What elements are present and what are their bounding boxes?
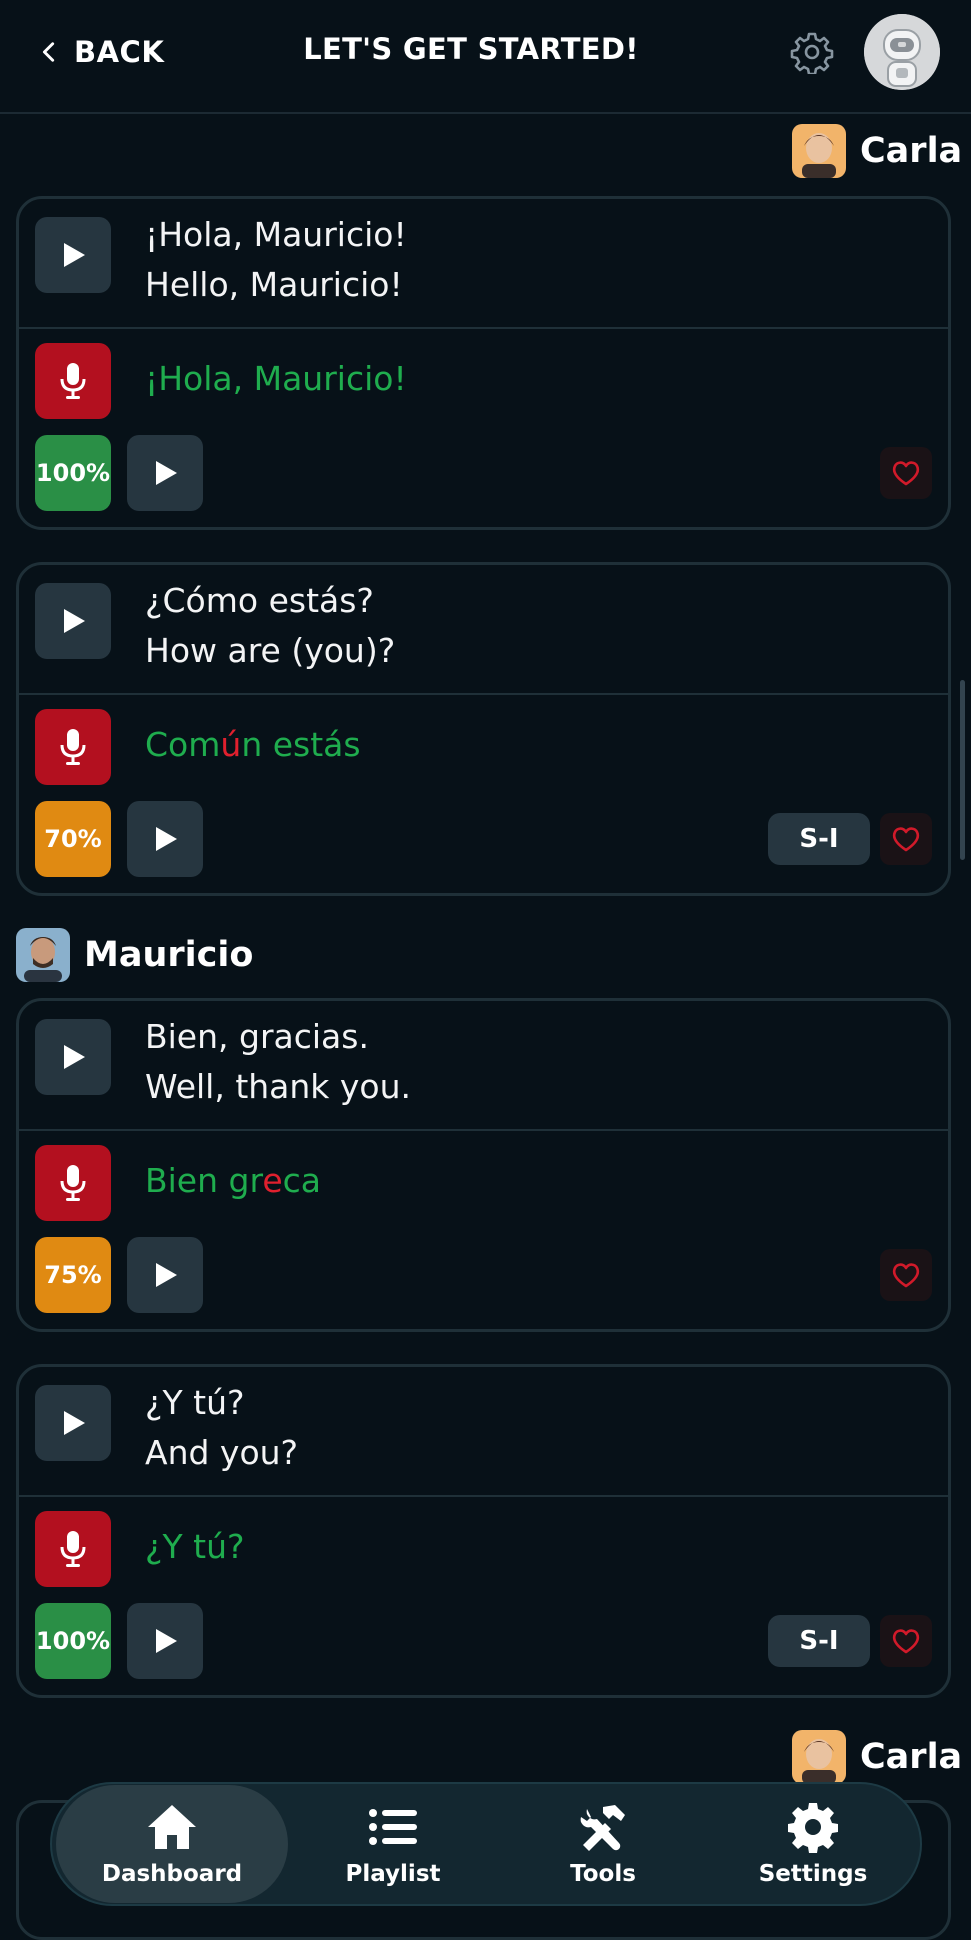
si-button[interactable]: S-I (768, 1615, 870, 1667)
play-phrase-button[interactable] (35, 1385, 111, 1461)
back-label: BACK (74, 35, 165, 69)
chevron-left-icon (42, 42, 55, 62)
attempt-text: ¿Y tú? (145, 1527, 245, 1566)
microphone-icon (60, 729, 86, 765)
speaker-mauricio: Mauricio (16, 928, 253, 982)
heart-icon (892, 1263, 920, 1288)
favorite-button[interactable] (880, 813, 932, 865)
page-title: LET'S GET STARTED! (303, 32, 639, 66)
speaker-name: Mauricio (84, 935, 254, 975)
carla-avatar (792, 124, 846, 178)
attempt-part: Com (145, 725, 221, 764)
tools-icon (580, 1805, 625, 1851)
favorite-button[interactable] (880, 447, 932, 499)
phrase-card: ¡Hola, Mauricio! Hello, Mauricio! ¡Hola,… (16, 196, 951, 530)
carla-avatar (792, 1730, 846, 1784)
play-phrase-button[interactable] (35, 217, 111, 293)
si-button[interactable]: S-I (768, 813, 870, 865)
speaker-carla: Carla (792, 1730, 962, 1784)
spanish-text: ¿Cómo estás? (145, 581, 374, 620)
attempt-text: ¡Hola, Mauricio! (145, 359, 407, 398)
mauricio-avatar (16, 928, 70, 982)
play-icon (156, 461, 177, 485)
play-icon (64, 1411, 85, 1435)
play-recording-button[interactable] (127, 801, 203, 877)
attempt-part: ¿Y tú? (145, 1527, 245, 1566)
nav-label: Settings (758, 1861, 868, 1887)
record-mic-button[interactable] (35, 709, 111, 785)
nav-settings[interactable]: Settings (708, 1785, 918, 1903)
attempt-part: ca (282, 1161, 321, 1200)
attempt-text: Bien greca (145, 1161, 321, 1200)
attempt-part: Bien gr (145, 1161, 263, 1200)
attempt-part-error: ú (220, 725, 242, 764)
play-recording-button[interactable] (127, 1237, 203, 1313)
nav-label: Dashboard (101, 1861, 243, 1887)
score-badge: 75% (35, 1237, 111, 1313)
favorite-button[interactable] (880, 1615, 932, 1667)
attempt-part: ¡Hola, Mauricio! (145, 359, 407, 398)
microphone-icon (60, 1531, 86, 1567)
bottom-navigation: Dashboard Playlist Tools Settings (50, 1782, 922, 1906)
score-badge: 70% (35, 801, 111, 877)
microphone-icon (60, 363, 86, 399)
nav-playlist[interactable]: Playlist (288, 1785, 498, 1903)
nav-dashboard[interactable]: Dashboard (56, 1785, 288, 1903)
scrollbar[interactable] (960, 680, 965, 860)
header: BACK LET'S GET STARTED! (0, 0, 971, 114)
heart-icon (892, 827, 920, 852)
nav-tools[interactable]: Tools (498, 1785, 708, 1903)
spanish-text: Bien, gracias. (145, 1017, 369, 1056)
play-recording-button[interactable] (127, 1603, 203, 1679)
list-icon (369, 1809, 417, 1845)
heart-icon (892, 1629, 920, 1654)
play-icon (64, 609, 85, 633)
speaker-name: Carla (860, 1737, 963, 1777)
record-mic-button[interactable] (35, 1145, 111, 1221)
spanish-text: ¡Hola, Mauricio! (145, 215, 407, 254)
robot-avatar-icon (864, 14, 940, 90)
attempt-text: Común estás (145, 725, 361, 764)
english-text: How are (you)? (145, 631, 396, 670)
attempt-part-error: e (262, 1161, 283, 1200)
home-icon (148, 1805, 196, 1849)
play-icon (64, 243, 85, 267)
attempt-part: n estás (241, 725, 361, 764)
back-button[interactable]: BACK (38, 30, 164, 74)
heart-icon (892, 461, 920, 486)
play-phrase-button[interactable] (35, 1019, 111, 1095)
score-badge: 100% (35, 1603, 111, 1679)
play-icon (156, 1263, 177, 1287)
play-icon (156, 1629, 177, 1653)
nav-label: Tools (570, 1861, 636, 1887)
settings-gear-icon[interactable] (790, 30, 834, 74)
play-icon (64, 1045, 85, 1069)
speaker-name: Carla (860, 131, 963, 171)
english-text: Hello, Mauricio! (145, 265, 403, 304)
play-icon (156, 827, 177, 851)
play-phrase-button[interactable] (35, 583, 111, 659)
english-text: Well, thank you. (145, 1067, 412, 1106)
phrase-card: ¿Cómo estás? How are (you)? Común estás … (16, 562, 951, 896)
phrase-card: ¿Y tú? And you? ¿Y tú? 100% S-I (16, 1364, 951, 1698)
speaker-carla: Carla (792, 124, 962, 178)
gear-icon (788, 1803, 838, 1853)
phrase-card: Bien, gracias. Well, thank you. Bien gre… (16, 998, 951, 1332)
microphone-icon (60, 1165, 86, 1201)
favorite-button[interactable] (880, 1249, 932, 1301)
record-mic-button[interactable] (35, 343, 111, 419)
user-avatar[interactable] (864, 14, 940, 90)
english-text: And you? (145, 1433, 299, 1472)
spanish-text: ¿Y tú? (145, 1383, 245, 1422)
nav-label: Playlist (345, 1861, 441, 1887)
play-recording-button[interactable] (127, 435, 203, 511)
record-mic-button[interactable] (35, 1511, 111, 1587)
score-badge: 100% (35, 435, 111, 511)
